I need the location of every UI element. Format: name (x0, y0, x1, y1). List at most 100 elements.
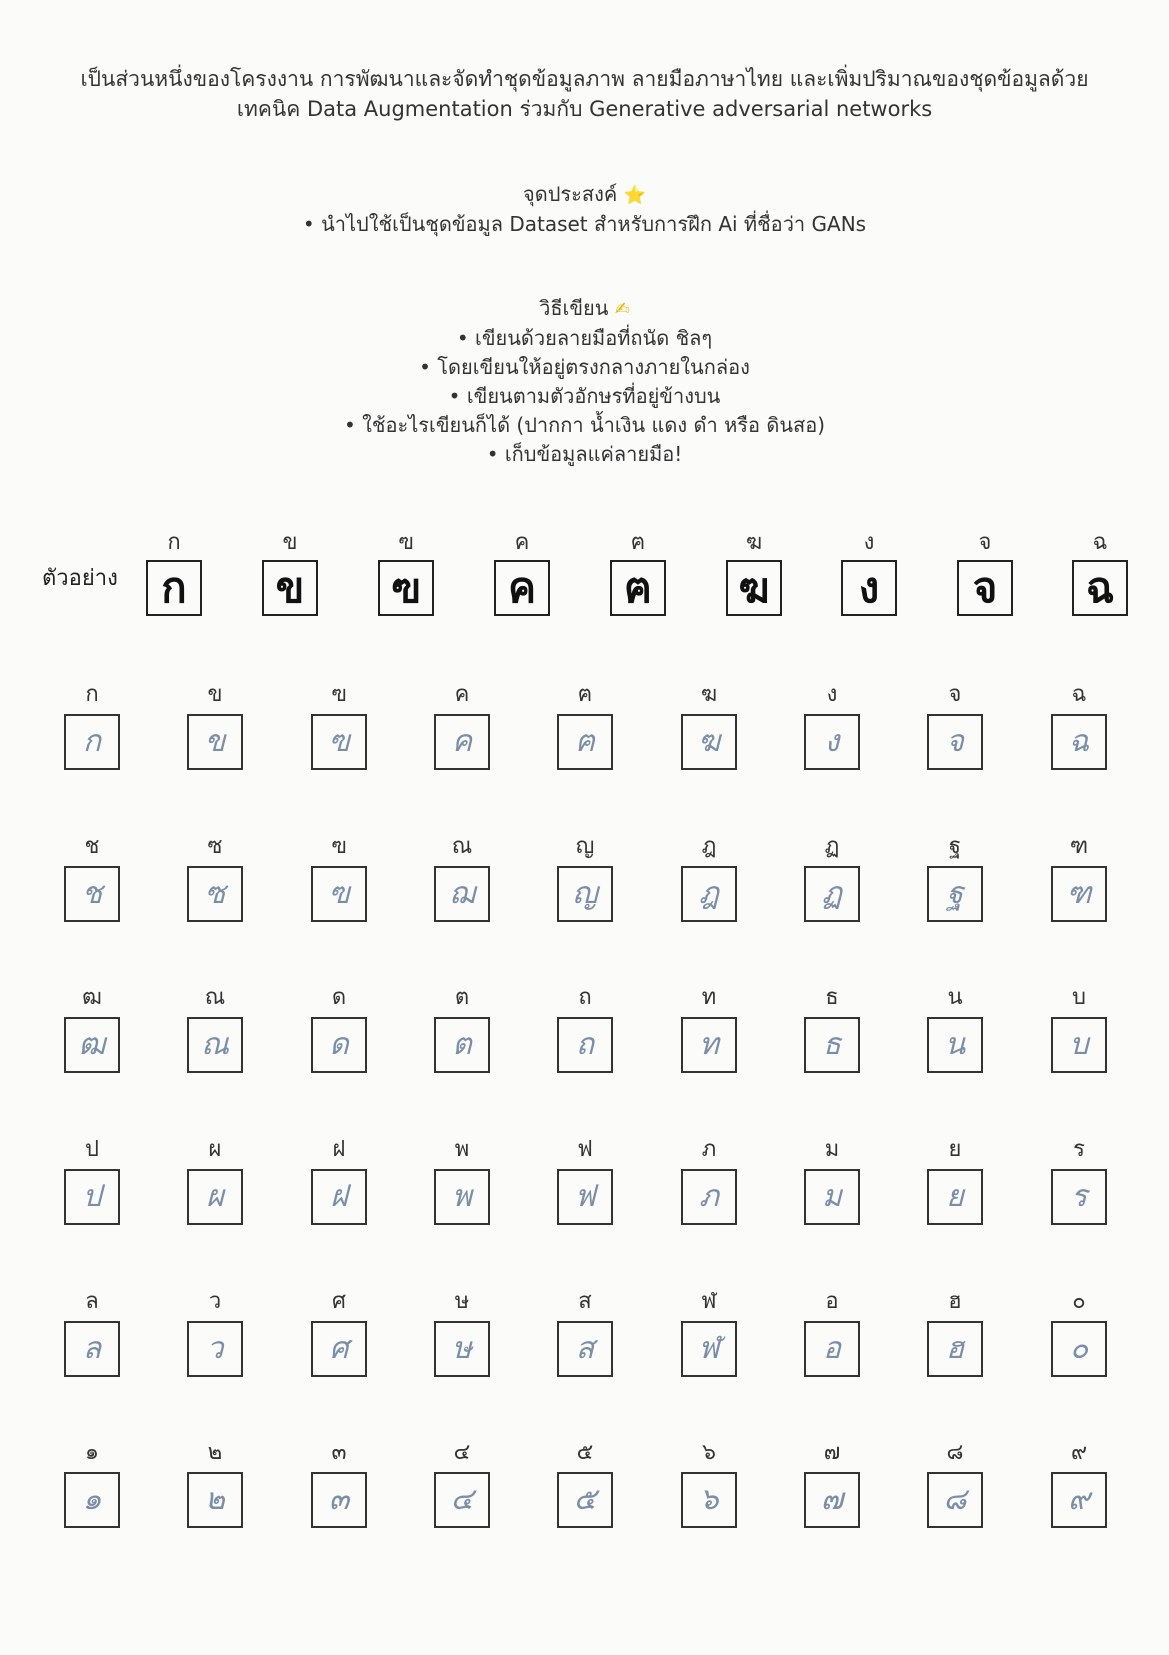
target-letter: ๔ (453, 1440, 471, 1465)
writing-box[interactable]: ฮ (927, 1321, 983, 1377)
writing-box[interactable]: ธ (804, 1017, 860, 1073)
example-box: ข (262, 560, 318, 616)
writing-box[interactable]: ฆ (681, 714, 737, 770)
writing-box[interactable]: น (927, 1017, 983, 1073)
instructions-section: วิธีเขียน ✍ เขียนด้วยลายมือที่ถนัด ชิลๆ … (0, 294, 1169, 469)
writing-box[interactable]: ข (187, 714, 243, 770)
writing-box[interactable]: ง (804, 714, 860, 770)
writing-box[interactable]: ณ (187, 1017, 243, 1073)
handwritten-sample: บ (1069, 1027, 1089, 1062)
handwritten-sample: ท (699, 1027, 719, 1062)
writing-box[interactable]: ๔ (434, 1472, 490, 1528)
writing-box[interactable]: ถ (557, 1017, 613, 1073)
writing-box[interactable]: พ (434, 1169, 490, 1225)
handwritten-sample: ๔ (450, 1482, 474, 1517)
intro-line-2: เทคนิค Data Augmentation ร่วมกับ Generat… (236, 97, 933, 121)
writing-box[interactable]: ฃ (311, 866, 367, 922)
writing-cell: ฮฮ (927, 1287, 983, 1377)
target-letter: ฬ (701, 1289, 717, 1314)
target-letter: ป (85, 1137, 99, 1162)
writing-cell: ฒฒ (64, 983, 120, 1073)
writing-box[interactable]: ต (434, 1017, 490, 1073)
intro-line-1: เป็นส่วนหนึ่งของโครงงาน การพัฒนาและจัดทำ… (80, 67, 1089, 91)
writing-box[interactable]: ฃ (311, 714, 367, 770)
target-letter: ฮ (948, 1289, 962, 1314)
writing-box[interactable]: อ (804, 1321, 860, 1377)
handwritten-sample: ข (204, 724, 226, 759)
writing-box[interactable]: ๒ (187, 1472, 243, 1528)
writing-box[interactable]: ๖ (681, 1472, 737, 1528)
handwritten-sample: ๑ (82, 1482, 102, 1517)
writing-cell: ฟฟ (557, 1135, 613, 1225)
writing-box[interactable]: ฝ (311, 1169, 367, 1225)
goal-bullet: นำไปใช้เป็นชุดข้อมูล Dataset สำหรับการฝึ… (0, 210, 1169, 238)
writing-box[interactable]: ป (64, 1169, 120, 1225)
example-cell: กก (146, 528, 202, 616)
writing-cell: ภภ (681, 1135, 737, 1225)
example-label-glyph: ก (167, 530, 181, 555)
writing-box[interactable]: ๗ (804, 1472, 860, 1528)
writing-cell: ลล (64, 1287, 120, 1377)
writing-box[interactable]: ท (681, 1017, 737, 1073)
writing-cell: ฏฏ (804, 832, 860, 922)
writing-cell: บบ (1051, 983, 1107, 1073)
writing-box[interactable]: ฏ (804, 866, 860, 922)
handwritten-sample: ล (82, 1331, 102, 1366)
example-label-glyph: ฅ (630, 530, 646, 555)
writing-box[interactable]: ช (64, 866, 120, 922)
target-letter: ต (454, 985, 470, 1010)
writing-cell: ๓๓ (311, 1438, 367, 1528)
writing-box[interactable]: ฒ (64, 1017, 120, 1073)
writing-box[interactable]: ร (1051, 1169, 1107, 1225)
writing-box[interactable]: ญ (557, 866, 613, 922)
target-letter: ษ (454, 1289, 470, 1314)
writing-box[interactable]: ย (927, 1169, 983, 1225)
instruction-item: เก็บข้อมูลแค่ลายมือ! (0, 440, 1169, 469)
writing-cell: ทท (681, 983, 737, 1073)
writing-box[interactable]: ๙ (1051, 1472, 1107, 1528)
writing-box[interactable]: ฟ (557, 1169, 613, 1225)
writing-box[interactable]: ค (434, 714, 490, 770)
handwritten-sample: ก (82, 724, 102, 759)
writing-box[interactable]: ฬ (681, 1321, 737, 1377)
writing-box[interactable]: ฌ (434, 866, 490, 922)
writing-box[interactable]: ฉ (1051, 714, 1107, 770)
writing-cell: ผผ (187, 1135, 243, 1225)
writing-cell: ศศ (311, 1287, 367, 1377)
writing-box[interactable]: ล (64, 1321, 120, 1377)
writing-box[interactable]: ๐ (1051, 1321, 1107, 1377)
writing-cell: งง (804, 680, 860, 770)
writing-box[interactable]: ฅ (557, 714, 613, 770)
target-letter: ท (701, 985, 717, 1010)
writing-box[interactable]: ก (64, 714, 120, 770)
writing-box[interactable]: ๓ (311, 1472, 367, 1528)
handwritten-sample: ส (575, 1331, 595, 1366)
writing-box[interactable]: ๑ (64, 1472, 120, 1528)
writing-box[interactable]: ผ (187, 1169, 243, 1225)
writing-cell: ฑฑ (1051, 832, 1107, 922)
handwritten-sample: ย (946, 1179, 964, 1214)
writing-box[interactable]: ศ (311, 1321, 367, 1377)
target-letter: ซ (207, 834, 223, 859)
instructions-heading: วิธีเขียน ✍ (0, 294, 1169, 324)
writing-box[interactable]: ฐ (927, 866, 983, 922)
writing-box[interactable]: ซ (187, 866, 243, 922)
writing-box[interactable]: ๕ (557, 1472, 613, 1528)
example-box: ฃ (378, 560, 434, 616)
writing-box[interactable]: ๘ (927, 1472, 983, 1528)
writing-box[interactable]: ด (311, 1017, 367, 1073)
writing-box[interactable]: จ (927, 714, 983, 770)
example-cell: ฉฉ (1072, 528, 1128, 616)
writing-box[interactable]: ฑ (1051, 866, 1107, 922)
target-letter: ว (208, 1289, 222, 1314)
handwritten-sample: ม (822, 1179, 842, 1214)
writing-box[interactable]: ภ (681, 1169, 737, 1225)
writing-box[interactable]: ษ (434, 1321, 490, 1377)
writing-box[interactable]: ส (557, 1321, 613, 1377)
writing-box[interactable]: ฎ (681, 866, 737, 922)
writing-box[interactable]: ว (187, 1321, 243, 1377)
writing-box[interactable]: บ (1051, 1017, 1107, 1073)
handwritten-sample: ด (329, 1027, 349, 1062)
handwritten-sample: ฆ (697, 724, 721, 759)
writing-box[interactable]: ม (804, 1169, 860, 1225)
